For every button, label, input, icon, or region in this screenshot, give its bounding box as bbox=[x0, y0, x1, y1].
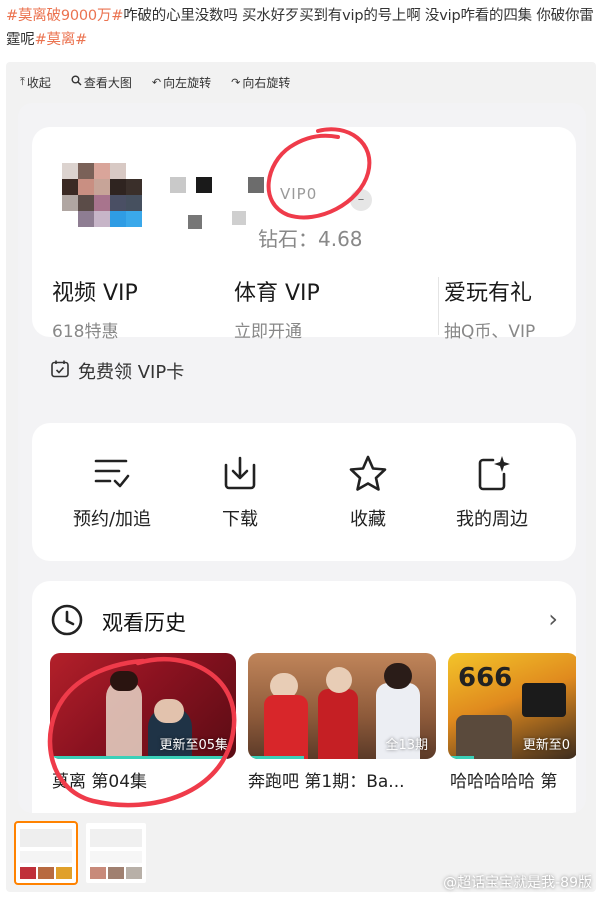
thumbnail-strip bbox=[14, 821, 146, 885]
view-large-button[interactable]: 查看大图 bbox=[71, 74, 132, 91]
thumbnail-2[interactable] bbox=[86, 823, 146, 883]
viewer-toolbar: ⤒ 收起 查看大图 ↶ 向左旋转 ↷ 向右旋转 bbox=[20, 70, 290, 94]
rotate-left-button[interactable]: ↶ 向左旋转 bbox=[152, 74, 211, 91]
rotate-left-label: 向左旋转 bbox=[163, 75, 212, 90]
topic-link-1[interactable]: #莫离破9000万# bbox=[6, 8, 123, 24]
weibo-watermark: @超话宝宝就是我-89版 bbox=[443, 875, 592, 891]
annotation-overlay bbox=[47, 127, 372, 808]
collapse-icon: ⤒ bbox=[20, 75, 25, 88]
magnifier-icon bbox=[71, 75, 82, 89]
rotate-right-icon: ↷ bbox=[231, 75, 241, 89]
rotate-left-icon: ↶ bbox=[151, 75, 162, 89]
collapse-label: 收起 bbox=[26, 75, 51, 90]
app-screenshot[interactable]: VIP0 – 钻石：4.68 视频 VIP 618特惠 体育 VIP 立即开通 … bbox=[18, 103, 586, 813]
view-large-label: 查看大图 bbox=[83, 75, 132, 90]
collapse-button[interactable]: ⤒ 收起 bbox=[20, 74, 51, 91]
annotation-circle-moli bbox=[47, 657, 237, 808]
post-text: #莫离破9000万#咋破的心里没数吗 买水好歹买到有vip的号上啊 没vip咋看… bbox=[6, 4, 594, 52]
thumbnail-1[interactable] bbox=[14, 821, 78, 885]
annotation-circle-vip bbox=[266, 127, 372, 220]
topic-link-2[interactable]: #莫离# bbox=[35, 32, 88, 48]
rotate-right-label: 向右旋转 bbox=[242, 75, 291, 90]
rotate-right-button[interactable]: ↷ 向右旋转 bbox=[231, 74, 290, 91]
